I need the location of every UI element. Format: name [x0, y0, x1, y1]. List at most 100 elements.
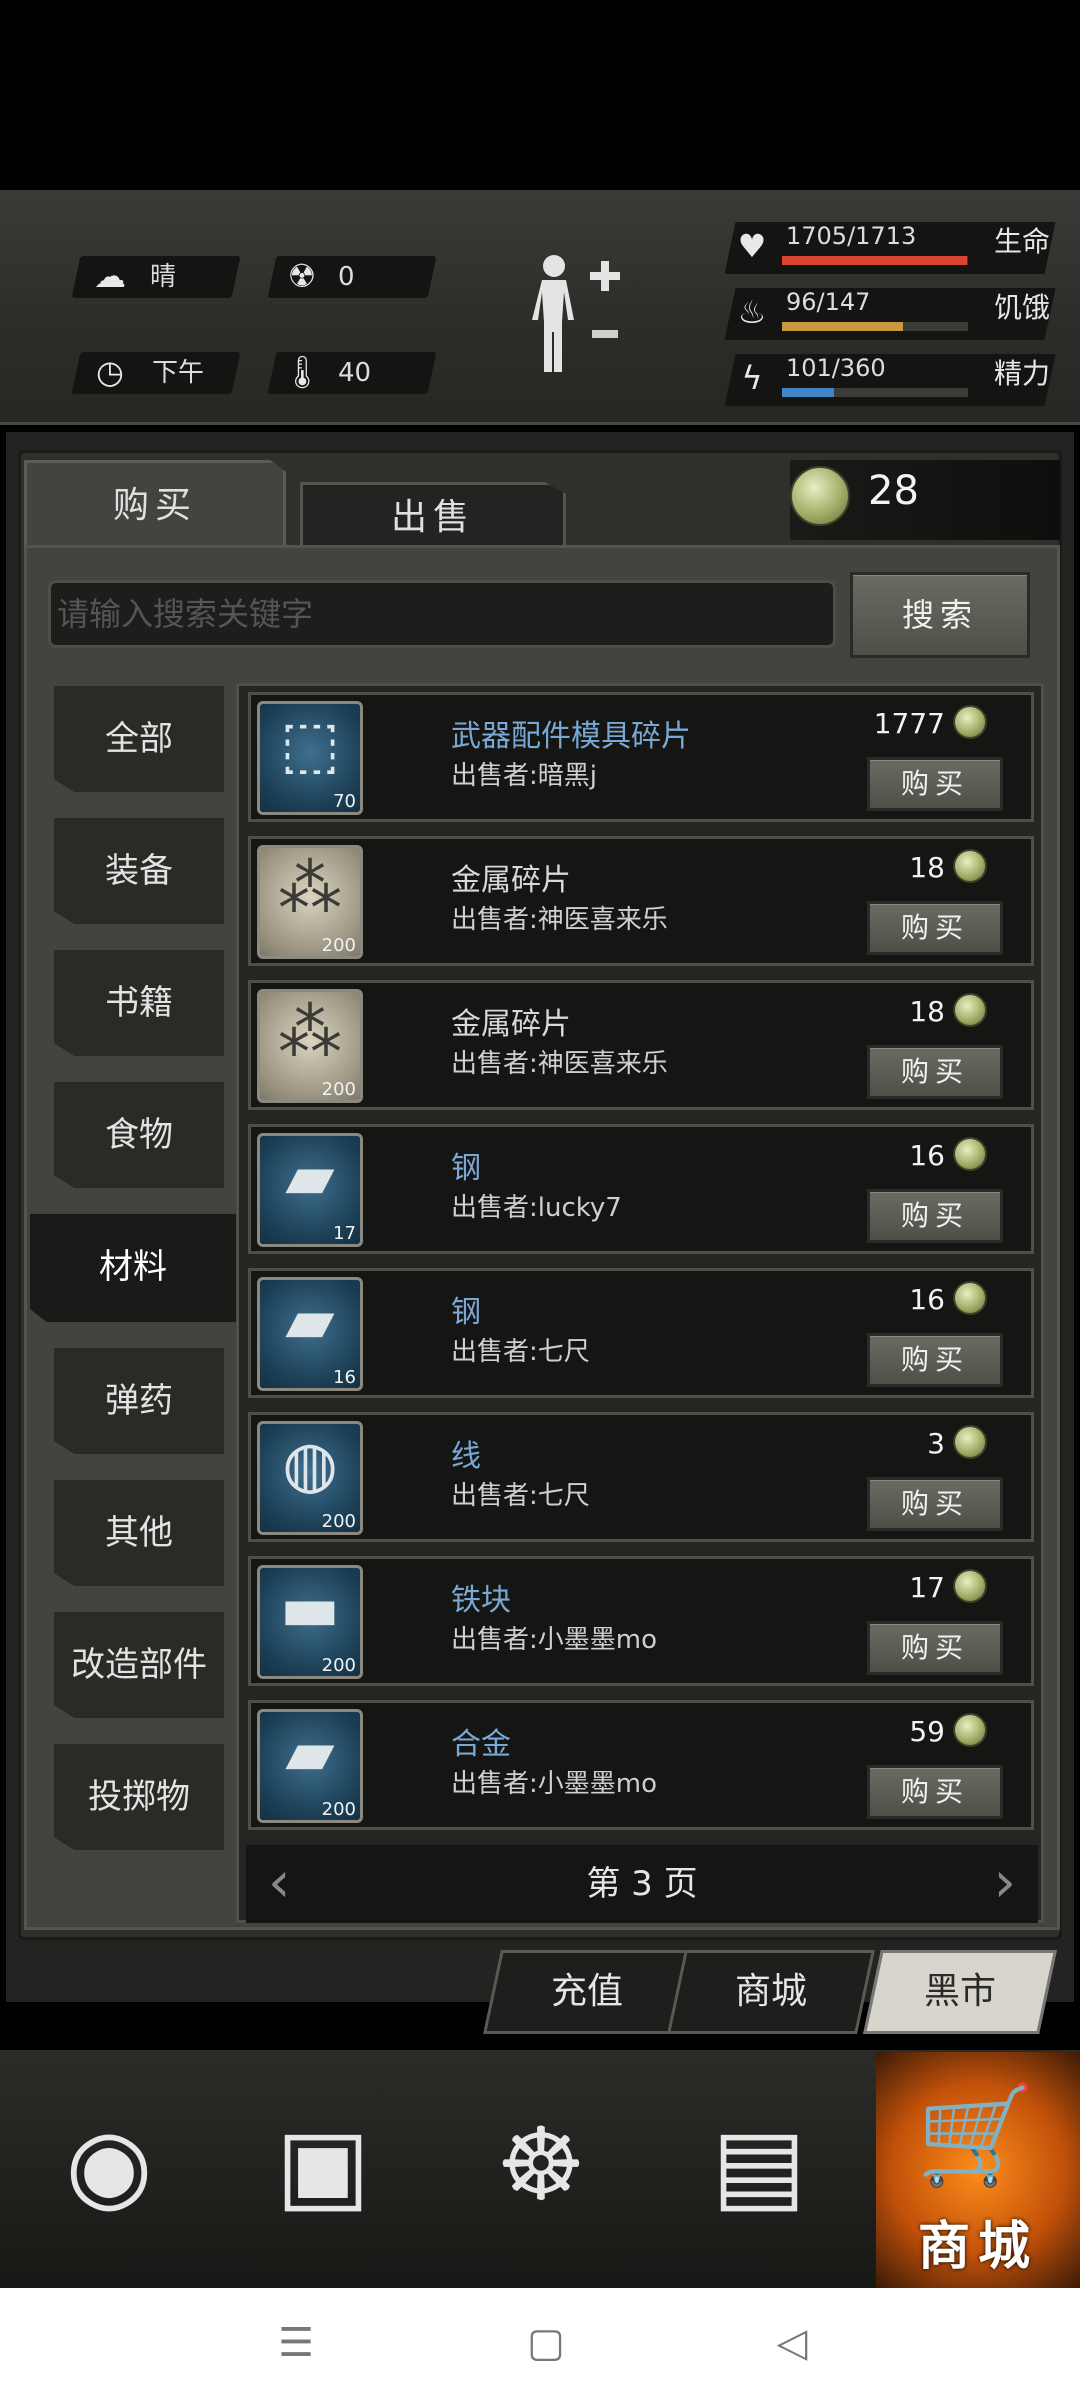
steel-plate-icon: ▰ [285, 1284, 335, 1358]
item-row: ⬚ 70 武器配件模具碎片 出售者:暗黑j 1777 购买 [248, 692, 1034, 822]
item-seller: 出售者:暗黑j [451, 761, 597, 791]
item-row: ▰ 16 钢 出售者:七尺 16 购买 [248, 1268, 1034, 1398]
item-thumbnail[interactable]: ⁂ 200 [257, 845, 363, 959]
item-thumbnail[interactable]: ▬ 200 [257, 1565, 363, 1679]
item-name: 合金 [451, 1727, 511, 1762]
next-page-arrow-icon[interactable]: › [994, 1853, 1016, 1913]
coin-icon [953, 993, 987, 1027]
item-name: 铁块 [451, 1583, 511, 1618]
skills-head-gears-icon[interactable]: ☸ [476, 2100, 606, 2230]
weather-sunny-cloud-icon: ☁ [94, 257, 126, 295]
buy-button[interactable]: 购买 [867, 1333, 1003, 1387]
item-price: 1777 [873, 707, 945, 740]
category-ammo[interactable]: 弹药 [54, 1348, 224, 1454]
recent-apps-icon[interactable]: ☰ [266, 2318, 326, 2368]
item-name: 金属碎片 [451, 863, 571, 898]
status-hud: ☁ 晴 ☢ 0 ◷ 下午 🌡 40 ♥ 1705/1713 生命 ♨ 96/14… [0, 190, 1080, 425]
buy-button[interactable]: 购买 [867, 1621, 1003, 1675]
category-mod-parts[interactable]: 改造部件 [54, 1612, 224, 1718]
coin-icon [953, 1569, 987, 1603]
item-quantity: 200 [321, 1799, 356, 1820]
buy-button[interactable]: 购买 [867, 757, 1003, 811]
item-price: 16 [909, 1283, 945, 1316]
character-body-button[interactable] [520, 250, 630, 390]
nav-shop[interactable]: 🛒 商城 [876, 2052, 1080, 2288]
item-price: 3 [927, 1427, 945, 1460]
temperature-value: 40 [338, 358, 372, 388]
coin-icon [953, 849, 987, 883]
search-button[interactable]: 搜索 [850, 572, 1030, 658]
category-equipment[interactable]: 装备 [54, 818, 224, 924]
category-throwables[interactable]: 投掷物 [54, 1744, 224, 1850]
coin-icon [953, 1281, 987, 1315]
coin-count: 28 [868, 468, 919, 514]
time-value: 下午 [152, 358, 205, 388]
item-row: ⁂ 200 金属碎片 出售者:神医喜来乐 18 购买 [248, 980, 1034, 1110]
item-seller: 出售者:七尺 [451, 1481, 590, 1511]
pagination: ‹ 第 3 页 › [246, 1845, 1038, 1923]
category-other[interactable]: 其他 [54, 1480, 224, 1586]
item-quantity: 200 [321, 1079, 356, 1100]
energy-label: 精力 [994, 357, 1051, 390]
category-books[interactable]: 书籍 [54, 950, 224, 1056]
item-thumbnail[interactable]: ⁂ 200 [257, 989, 363, 1103]
item-seller: 出售者:神医喜来乐 [451, 905, 668, 935]
buy-button[interactable]: 购买 [867, 901, 1003, 955]
item-seller: 出售者:七尺 [451, 1337, 590, 1367]
item-name: 钢 [451, 1151, 481, 1186]
thermometer-icon: 🌡 [282, 353, 323, 391]
world-map-globe-icon[interactable]: ◉ [44, 2100, 174, 2230]
metal-scrap-icon: ⁂ [278, 852, 342, 926]
heart-pulse-icon: ♥ [737, 227, 767, 265]
item-thumbnail[interactable]: ◍ 200 [257, 1421, 363, 1535]
energy-bar [782, 388, 968, 397]
buy-button[interactable]: 购买 [867, 1045, 1003, 1099]
category-materials[interactable]: 材料 [30, 1214, 236, 1322]
category-food[interactable]: 食物 [54, 1082, 224, 1188]
radiation-icon: ☢ [287, 257, 317, 295]
item-price: 17 [909, 1571, 945, 1604]
item-quantity: 16 [333, 1367, 356, 1388]
item-quantity: 200 [321, 935, 356, 956]
item-row: ▰ 200 合金 出售者:小墨墨mo 59 购买 [248, 1700, 1034, 1830]
iron-block-icon: ▬ [279, 1572, 341, 1646]
tab-black-market[interactable]: 黑市 [863, 1950, 1057, 2034]
prev-page-arrow-icon[interactable]: ‹ [268, 1853, 290, 1913]
hunger-label: 饥饿 [994, 291, 1051, 324]
tab-buy[interactable]: 购买 [24, 460, 286, 546]
home-icon[interactable]: ▢ [516, 2318, 576, 2368]
item-price: 59 [909, 1715, 945, 1748]
category-all[interactable]: 全部 [54, 686, 224, 792]
stomach-icon: ♨ [737, 293, 767, 331]
item-quantity: 17 [333, 1223, 356, 1244]
buy-button[interactable]: 购买 [867, 1765, 1003, 1819]
alloy-bar-icon: ▰ [285, 1716, 335, 1790]
coin-balance: 28 [790, 460, 1060, 540]
health-bar [782, 256, 968, 265]
tab-mall[interactable]: 商城 [667, 1950, 875, 2034]
item-seller: 出售者:小墨墨mo [451, 1769, 657, 1799]
backpack-icon[interactable]: ▣ [258, 2100, 388, 2230]
mold-fragment-icon: ⬚ [279, 708, 341, 782]
shop-label: 商城 [917, 2217, 1038, 2277]
search-input[interactable]: 请输入搜索关键字 [48, 580, 836, 648]
walkie-talkie-icon[interactable]: ▤ [694, 2100, 824, 2230]
coin-icon [953, 1137, 987, 1171]
health-label: 生命 [994, 225, 1051, 258]
coin-icon [790, 466, 850, 526]
item-thumbnail[interactable]: ▰ 16 [257, 1277, 363, 1391]
clock-icon: ◷ [96, 353, 124, 391]
item-thumbnail[interactable]: ▰ 200 [257, 1709, 363, 1823]
item-row: ⁂ 200 金属碎片 出售者:神医喜来乐 18 购买 [248, 836, 1034, 966]
item-quantity: 70 [333, 791, 356, 812]
item-thumbnail[interactable]: ⬚ 70 [257, 701, 363, 815]
buy-button[interactable]: 购买 [867, 1477, 1003, 1531]
item-thumbnail[interactable]: ▰ 17 [257, 1133, 363, 1247]
hunger-value: 96/147 [786, 288, 871, 316]
tab-sell[interactable]: 出售 [300, 482, 566, 548]
back-icon[interactable]: ◁ [762, 2318, 822, 2368]
item-row: ▰ 17 钢 出售者:lucky7 16 购买 [248, 1124, 1034, 1254]
tab-recharge[interactable]: 充值 [483, 1950, 691, 2034]
buy-button[interactable]: 购买 [867, 1189, 1003, 1243]
item-price: 18 [909, 995, 945, 1028]
